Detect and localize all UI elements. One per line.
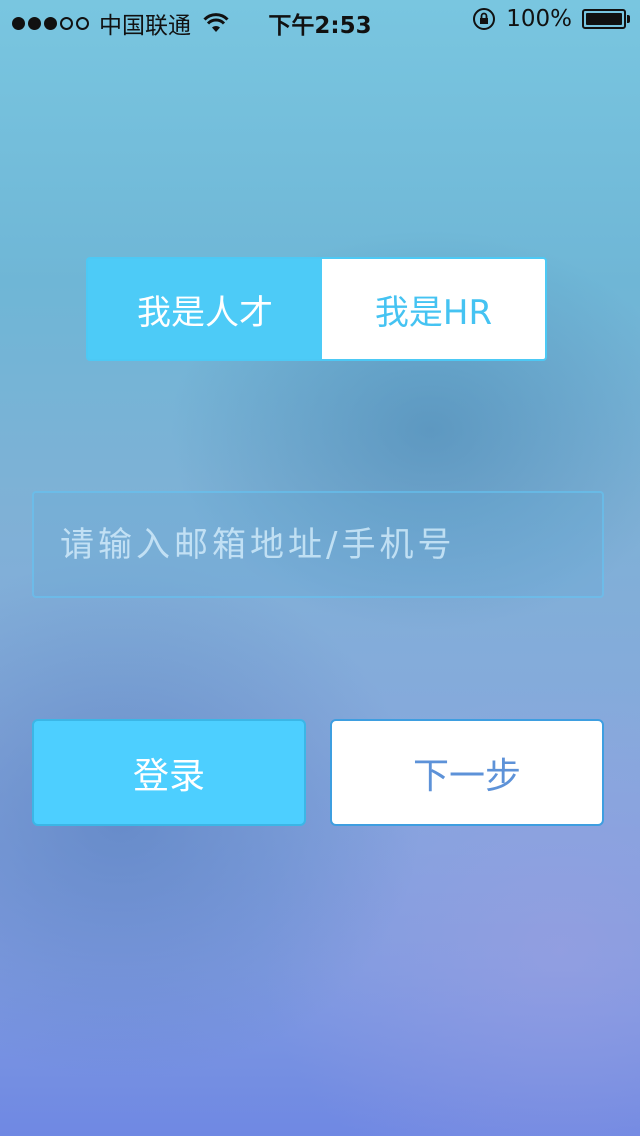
rotation-lock-icon [473, 8, 496, 30]
battery-tip [627, 15, 630, 23]
login-button[interactable]: 登录 [32, 719, 306, 826]
account-input[interactable] [34, 493, 602, 596]
next-step-button[interactable]: 下一步 [330, 719, 604, 826]
role-segmented-control: 我是人才 我是HR [86, 257, 547, 361]
account-input-container [32, 491, 604, 598]
battery-body [582, 9, 626, 29]
login-screen: 中国联通 下午2:53 100% 我是人才 我是HR 请输入邮箱地址/手机号 登… [0, 0, 640, 1136]
segment-talent[interactable]: 我是人才 [88, 259, 322, 359]
status-bar: 中国联通 下午2:53 100% [0, 0, 640, 40]
status-right: 100% [472, 6, 632, 32]
battery-percent: 100% [506, 6, 572, 32]
segment-hr[interactable]: 我是HR [322, 259, 545, 359]
battery-fill [586, 13, 622, 25]
battery-icon [582, 8, 632, 30]
